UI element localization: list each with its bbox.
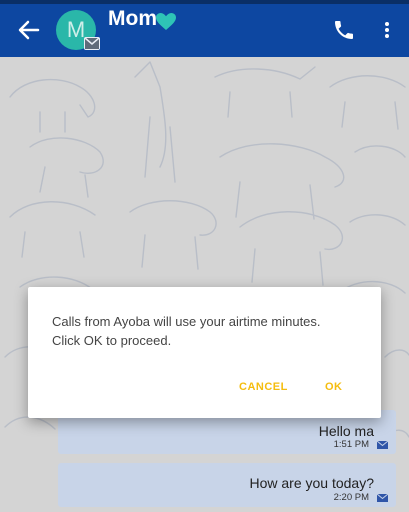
dialog-message-line: Click OK to proceed. (52, 333, 172, 348)
heart-icon (156, 13, 176, 30)
message-time: 1:51 PM (333, 439, 369, 450)
app-bar: M Mom (0, 4, 409, 57)
back-button[interactable] (14, 18, 42, 42)
message-text: How are you today? (249, 475, 374, 491)
envelope-icon (377, 494, 388, 502)
message-text: Hello ma (318, 423, 374, 439)
arrow-back-icon (18, 20, 40, 40)
phone-icon (335, 21, 353, 39)
dialog-message-line: Calls from Ayoba will use your airtime m… (52, 314, 321, 329)
call-button[interactable] (332, 18, 356, 42)
airtime-confirm-dialog: Calls from Ayoba will use your airtime m… (28, 287, 381, 418)
avatar-badge (84, 37, 100, 50)
dialog-message: Calls from Ayoba will use your airtime m… (52, 312, 362, 350)
more-vert-icon (385, 22, 389, 38)
envelope-icon (84, 37, 100, 49)
overflow-menu-button[interactable] (378, 18, 396, 42)
contact-name[interactable]: Mom (108, 7, 157, 31)
message-time: 2:20 PM (333, 492, 369, 503)
envelope-icon (377, 441, 388, 449)
ok-button[interactable]: OK (325, 381, 343, 393)
message-bubble[interactable]: How are you today? 2:20 PM (58, 463, 396, 507)
cancel-button[interactable]: CANCEL (239, 381, 288, 393)
